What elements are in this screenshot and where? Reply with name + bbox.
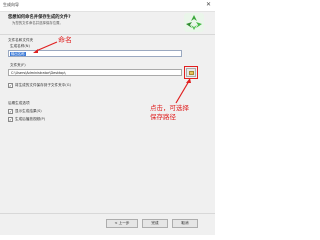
producer-dialog: 生成向导 ✕ 您想如何命名并保存生成的文件? 为您的文件命名并选择保存位置。 文… [0, 0, 215, 235]
name-arrow [35, 41, 58, 52]
name-arrowhead [33, 49, 38, 53]
save-arrowhead [186, 78, 191, 83]
save-annotation-line2: 保存路径 [150, 113, 176, 121]
annotation-arrows [33, 41, 191, 104]
save-arrow [175, 80, 190, 104]
name-annotation: 命名 [58, 36, 72, 44]
